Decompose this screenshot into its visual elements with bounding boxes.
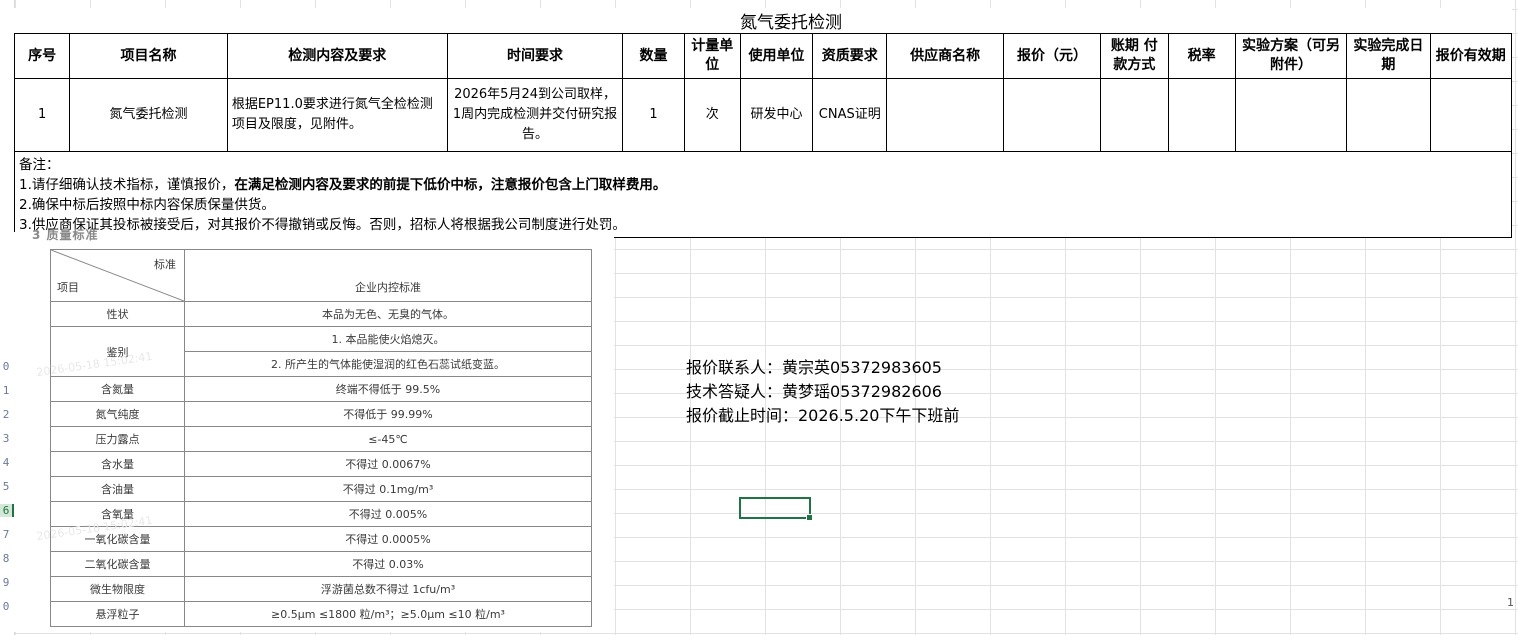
table-row: 1 氮气委托检测 根据EP11.0要求进行氮气全检检测项目及限度，见附件。 20… — [13, 78, 1513, 152]
header-standard-label: 标准 — [154, 258, 176, 271]
row-number-selected[interactable]: 6 — [0, 504, 14, 517]
header-index[interactable]: 序号 — [13, 33, 71, 79]
header-quantity[interactable]: 数量 — [622, 33, 685, 79]
cell-plan[interactable] — [1234, 78, 1348, 152]
remarks-cell[interactable]: 备注： 1.请仔细确认技术指标，谨慎报价，在满足检测内容及要求的前提下低价中标，… — [14, 151, 1512, 238]
quote-contact-block: 报价联系人：黄宗英05372983605 技术答疑人：黄梦瑶0537298260… — [686, 356, 959, 428]
cell-completion-date[interactable] — [1346, 78, 1431, 152]
std-value: ≤-45℃ — [184, 426, 592, 452]
std-value: 终端不得低于 99.5% — [184, 376, 592, 402]
edge-mark: 1 — [1507, 596, 1514, 609]
fill-handle[interactable] — [806, 514, 813, 521]
row-number[interactable]: 2 — [0, 408, 12, 421]
quote-table: 氮气委托检测 序号 项目名称 检测内容及要求 时间要求 数量 计量单位 使用单位… — [13, 8, 1513, 238]
remark-1-prefix: 1.请仔细确认技术指标，谨慎报价， — [19, 177, 235, 193]
std-item: 性状 — [50, 301, 185, 327]
std-item: 含氧量 — [50, 501, 185, 527]
cell-project[interactable]: 氮气委托检测 — [69, 78, 228, 152]
cell-department[interactable]: 研发中心 — [739, 78, 814, 152]
cell-qualification[interactable]: CNAS证明 — [812, 78, 888, 152]
std-item: 含氮量 — [50, 376, 185, 402]
header-department[interactable]: 使用单位 — [739, 33, 814, 79]
std-item: 含油量 — [50, 476, 185, 502]
std-value: ≥0.5μm ≤1800 粒/m³；≥5.0μm ≤10 粒/m³ — [184, 601, 592, 627]
cell-tax-rate[interactable] — [1167, 78, 1236, 152]
sheet-title[interactable]: 氮气委托检测 — [14, 8, 1512, 34]
row-number[interactable]: 1 — [0, 384, 12, 397]
header-tax-rate[interactable]: 税率 — [1167, 33, 1236, 79]
diagonal-header-cell: 标准 项目 — [50, 249, 185, 302]
std-item: 氮气纯度 — [50, 401, 185, 427]
cell-price[interactable] — [1002, 78, 1102, 152]
std-value: 2. 所产生的气体能使湿润的红色石蕊试纸变蓝。 — [184, 351, 592, 377]
quote-deadline[interactable]: 报价截止时间：2026.5.20下午下班前 — [686, 404, 959, 428]
header-validity[interactable]: 报价有效期 — [1429, 33, 1513, 79]
std-item: 一氧化碳含量 — [50, 526, 185, 552]
cell-supplier[interactable] — [886, 78, 1004, 152]
std-value: 不得过 0.0005% — [184, 526, 592, 552]
header-qualification[interactable]: 资质要求 — [812, 33, 888, 79]
header-project[interactable]: 项目名称 — [69, 33, 228, 79]
header-unit[interactable]: 计量单位 — [683, 33, 741, 79]
quality-standard-table: 标准 项目 企业内控标准 性状 本品为无色、无臭的气体。 鉴别 1. 本品能使火… — [50, 249, 592, 627]
std-value: 浮游菌总数不得过 1cfu/m³ — [184, 576, 592, 602]
remarks-label: 备注： — [19, 157, 60, 173]
row-number[interactable]: 9 — [0, 576, 12, 589]
remark-1-bold: 在满足检测内容及要求的前提下低价中标，注意报价包含上门取样费用。 — [234, 177, 667, 193]
header-price[interactable]: 报价（元） — [1002, 33, 1102, 79]
header-completion-date[interactable]: 实验完成日期 — [1346, 33, 1431, 79]
cell-payment-terms[interactable] — [1100, 78, 1169, 152]
std-value: 1. 本品能使火焰熄灭。 — [184, 326, 592, 352]
header-payment-terms[interactable]: 账期 付款方式 — [1100, 33, 1169, 79]
row-number[interactable]: 3 — [0, 432, 12, 445]
std-item: 微生物限度 — [50, 576, 185, 602]
row-number[interactable]: 4 — [0, 456, 12, 469]
standard-caption: 3 质量标准 — [32, 228, 99, 242]
header-content[interactable]: 检测内容及要求 — [226, 33, 448, 79]
row-number[interactable]: 7 — [0, 528, 12, 541]
tech-contact[interactable]: 技术答疑人：黄梦瑶05372982606 — [686, 380, 959, 404]
quote-contact[interactable]: 报价联系人：黄宗英05372983605 — [686, 356, 959, 380]
remark-line-1: 1.请仔细确认技术指标，谨慎报价，在满足检测内容及要求的前提下低价中标，注意报价… — [19, 175, 1507, 195]
header-item-label: 项目 — [57, 281, 79, 294]
std-value: 不得过 0.0067% — [184, 451, 592, 477]
remarks-row: 备注： 1.请仔细确认技术指标，谨慎报价，在满足检测内容及要求的前提下低价中标，… — [14, 151, 1512, 238]
cell-unit[interactable]: 次 — [683, 78, 741, 152]
std-item: 悬浮粒子 — [50, 601, 185, 627]
row-number[interactable]: 8 — [0, 552, 12, 565]
cell-validity[interactable] — [1429, 78, 1513, 152]
active-cell-selection[interactable] — [739, 497, 813, 521]
std-value: 不得过 0.1mg/m³ — [184, 476, 592, 502]
std-item: 鉴别 — [50, 326, 185, 377]
row-number[interactable]: 0 — [0, 600, 12, 613]
std-item: 含水量 — [50, 451, 185, 477]
header-time[interactable]: 时间要求 — [446, 33, 624, 79]
std-value: 不得过 0.005% — [184, 501, 592, 527]
remark-line-2: 2.确保中标后按照中标内容保质保量供货。 — [19, 197, 275, 213]
std-value: 不得过 0.03% — [184, 551, 592, 577]
header-standard-column: 企业内控标准 — [184, 249, 592, 302]
std-item: 二氧化碳含量 — [50, 551, 185, 577]
cell-content[interactable]: 根据EP11.0要求进行氮气全检检测项目及限度，见附件。 — [226, 78, 448, 152]
row-number[interactable]: 5 — [0, 480, 12, 493]
std-value: 本品为无色、无臭的气体。 — [184, 301, 592, 327]
cell-quantity[interactable]: 1 — [622, 78, 685, 152]
std-value: 不得低于 99.99% — [184, 401, 592, 427]
header-plan[interactable]: 实验方案（可另附件） — [1234, 33, 1348, 79]
row-number-gutter[interactable]: 0 1 2 3 4 5 6 7 8 9 0 — [0, 0, 15, 635]
std-item: 压力露点 — [50, 426, 185, 452]
row-number[interactable]: 0 — [0, 360, 12, 373]
quality-standard-image[interactable]: 3 质量标准 标准 项目 企业内控标准 性状 本品为无色、无臭的气体。 鉴别 1… — [14, 228, 614, 632]
cell-index[interactable]: 1 — [13, 78, 71, 152]
table-header-row: 序号 项目名称 检测内容及要求 时间要求 数量 计量单位 使用单位 资质要求 供… — [13, 33, 1513, 79]
cell-time[interactable]: 2026年5月24到公司取样，1周内完成检测并交付研究报告。 — [446, 78, 624, 152]
header-supplier[interactable]: 供应商名称 — [886, 33, 1004, 79]
